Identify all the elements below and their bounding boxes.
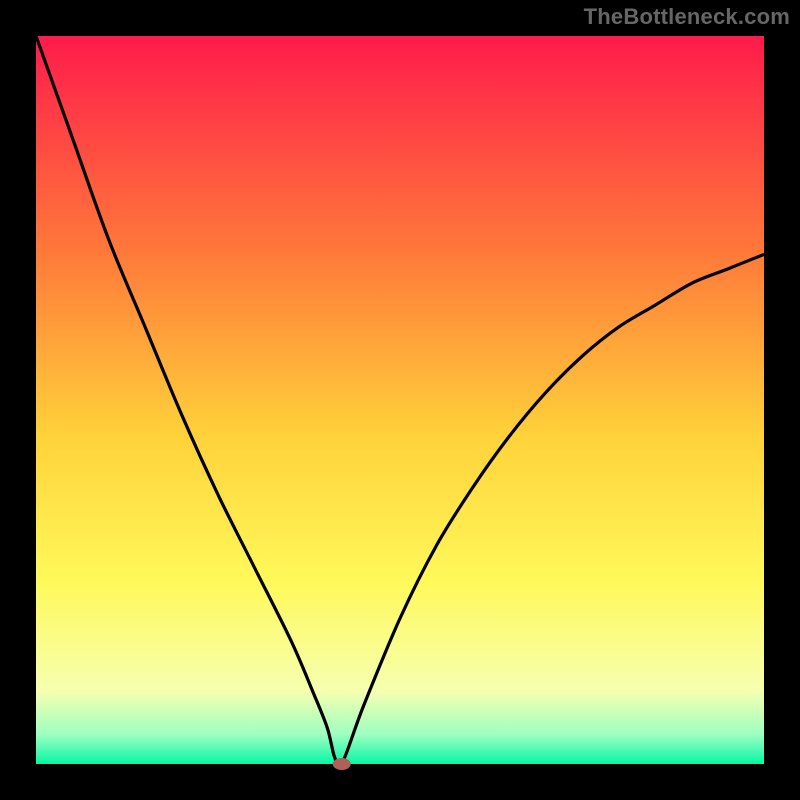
plot-background — [36, 36, 764, 764]
bottleneck-chart — [0, 0, 800, 800]
sweet-spot-marker — [333, 758, 351, 770]
chart-frame: { "watermark": "TheBottleneck.com", "cha… — [0, 0, 800, 800]
watermark-text: TheBottleneck.com — [584, 4, 790, 30]
